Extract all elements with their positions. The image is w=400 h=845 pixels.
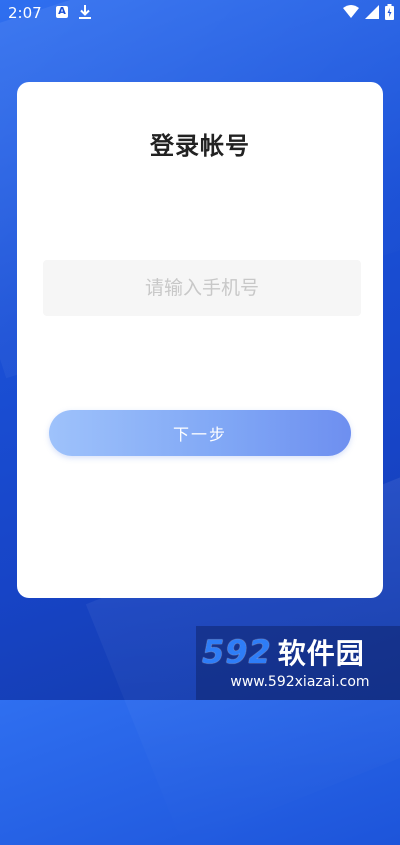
page-title: 登录帐号 xyxy=(150,132,250,160)
battery-icon xyxy=(385,4,394,20)
watermark-logo-text: 软件园 xyxy=(277,637,365,670)
download-icon xyxy=(79,5,91,19)
watermark-logo: 592 软件园 xyxy=(202,632,396,672)
wifi-icon xyxy=(343,5,359,18)
signal-icon xyxy=(365,5,379,19)
phone-number-input[interactable] xyxy=(43,260,361,316)
login-card: 登录帐号 下一步 xyxy=(17,82,383,598)
system-icons xyxy=(343,4,394,20)
status-bar: 2:07 A xyxy=(0,0,400,26)
next-button[interactable]: 下一步 xyxy=(49,410,351,456)
watermark-url: www.592xiazai.com xyxy=(230,674,370,690)
status-time: 2:07 xyxy=(8,4,42,22)
watermark-logo-number: 592 xyxy=(202,633,272,671)
a-app-icon: A xyxy=(56,6,68,18)
